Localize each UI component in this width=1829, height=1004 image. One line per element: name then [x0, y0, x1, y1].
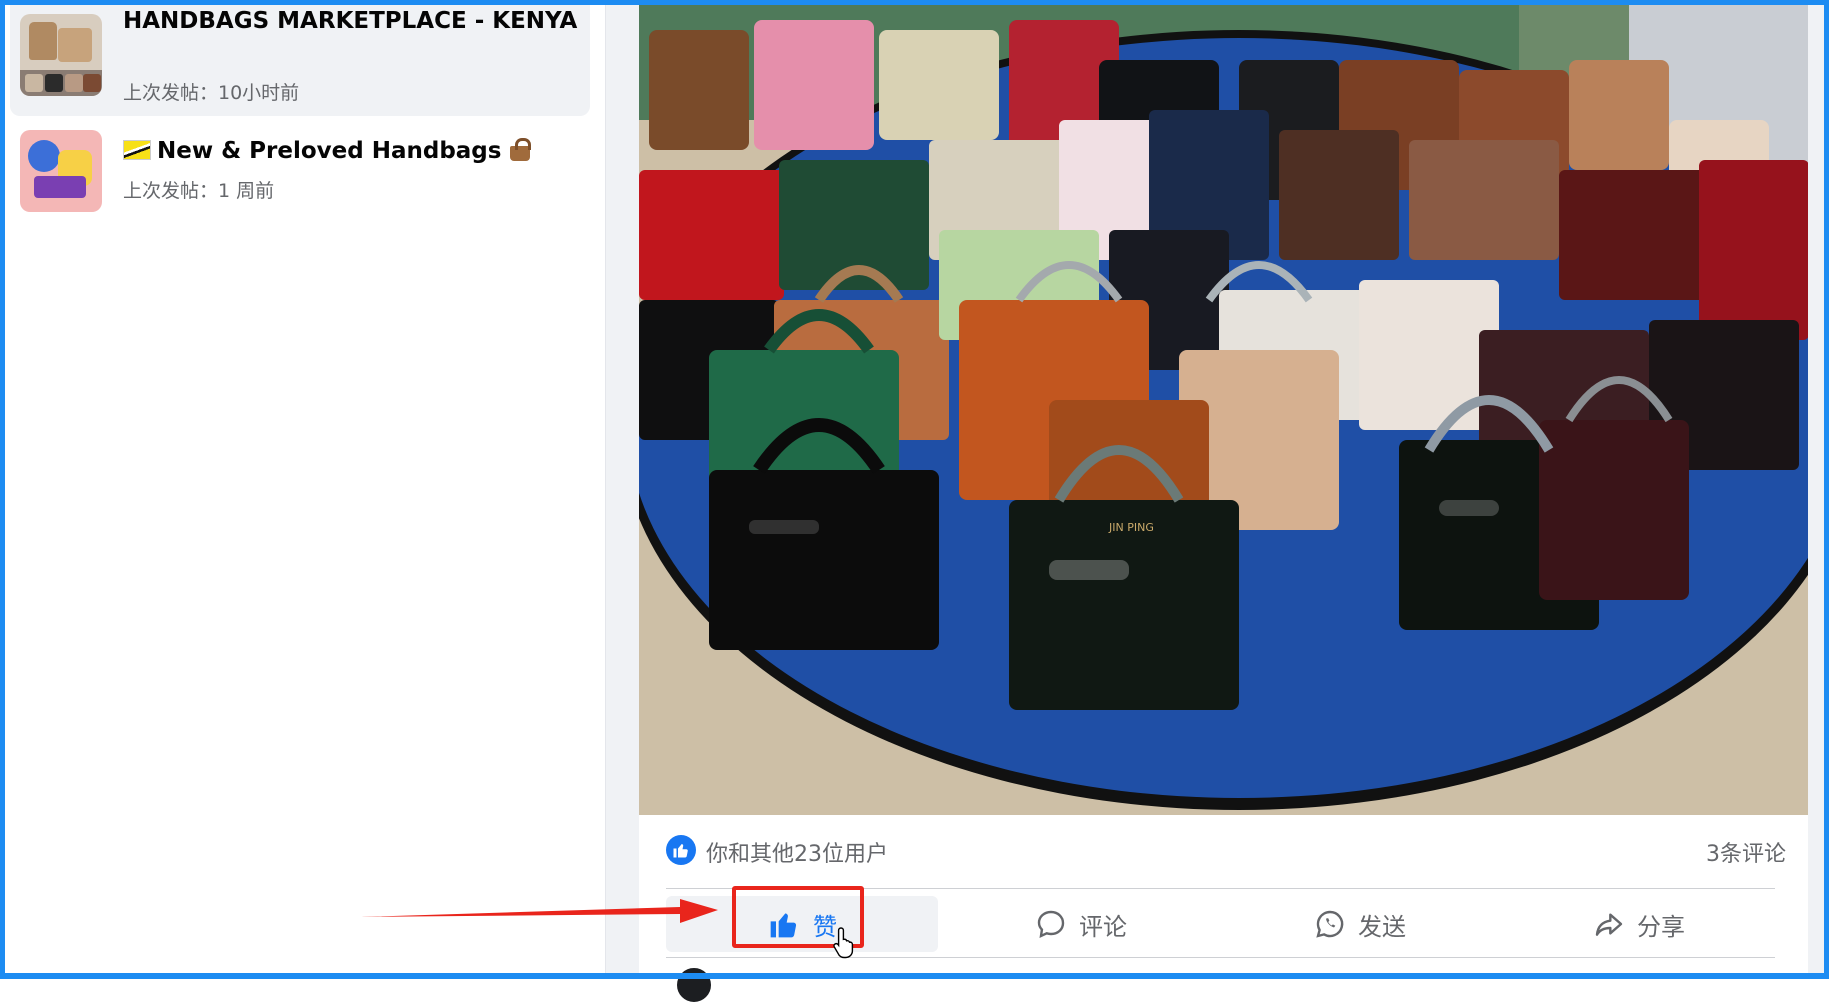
- bag-brand-label: JIN PING: [1108, 521, 1154, 534]
- group-title: HANDBAGS MARKETPLACE - KENYA: [123, 8, 578, 34]
- post-card: JIN PING 你和其他23位用户 3条评论 赞 评论 发送 分享: [639, 0, 1808, 973]
- feed-background: [1808, 0, 1829, 973]
- comment-bubble-icon: [1037, 910, 1065, 939]
- group-last-post: 上次发帖：1 周前: [123, 180, 275, 202]
- group-title-text: New & Preloved Handbags: [157, 138, 502, 164]
- brunei-flag-icon: [123, 140, 151, 160]
- red-arrow-annotation: [360, 899, 718, 923]
- send-label: 发送: [1358, 912, 1406, 941]
- groups-sidebar: HANDBAGS MARKETPLACE - KENYA 上次发帖：10小时前 …: [5, 0, 606, 973]
- send-button[interactable]: 发送: [1224, 896, 1496, 952]
- group-thumbnail: [20, 130, 102, 212]
- comment-count[interactable]: 3条评论: [1706, 836, 1786, 868]
- feed-background: [606, 0, 639, 973]
- post-photo[interactable]: JIN PING: [639, 0, 1808, 815]
- avatar: [675, 966, 713, 1004]
- comment-label: 评论: [1079, 912, 1127, 941]
- share-button[interactable]: 分享: [1503, 896, 1775, 952]
- group-item-new-preloved-handbags[interactable]: New & Preloved Handbags 上次发帖：1 周前: [10, 120, 590, 216]
- group-thumbnail: [20, 14, 102, 96]
- hand-cursor-icon: [833, 927, 854, 959]
- comment-button[interactable]: 评论: [945, 896, 1217, 952]
- share-label: 分享: [1637, 912, 1685, 941]
- whatsapp-icon: [1316, 910, 1344, 938]
- group-last-post: 上次发帖：10小时前: [123, 82, 300, 104]
- like-reaction-icon: [666, 835, 696, 865]
- share-arrow-icon: [1595, 913, 1623, 936]
- handbag-icon: [507, 137, 533, 161]
- group-item-handbags-marketplace-kenya[interactable]: HANDBAGS MARKETPLACE - KENYA 上次发帖：10小时前: [10, 0, 590, 116]
- group-title: New & Preloved Handbags: [123, 134, 583, 169]
- reaction-summary: 你和其他23位用户 3条评论: [666, 830, 1786, 870]
- reaction-count-text[interactable]: 你和其他23位用户: [706, 836, 888, 868]
